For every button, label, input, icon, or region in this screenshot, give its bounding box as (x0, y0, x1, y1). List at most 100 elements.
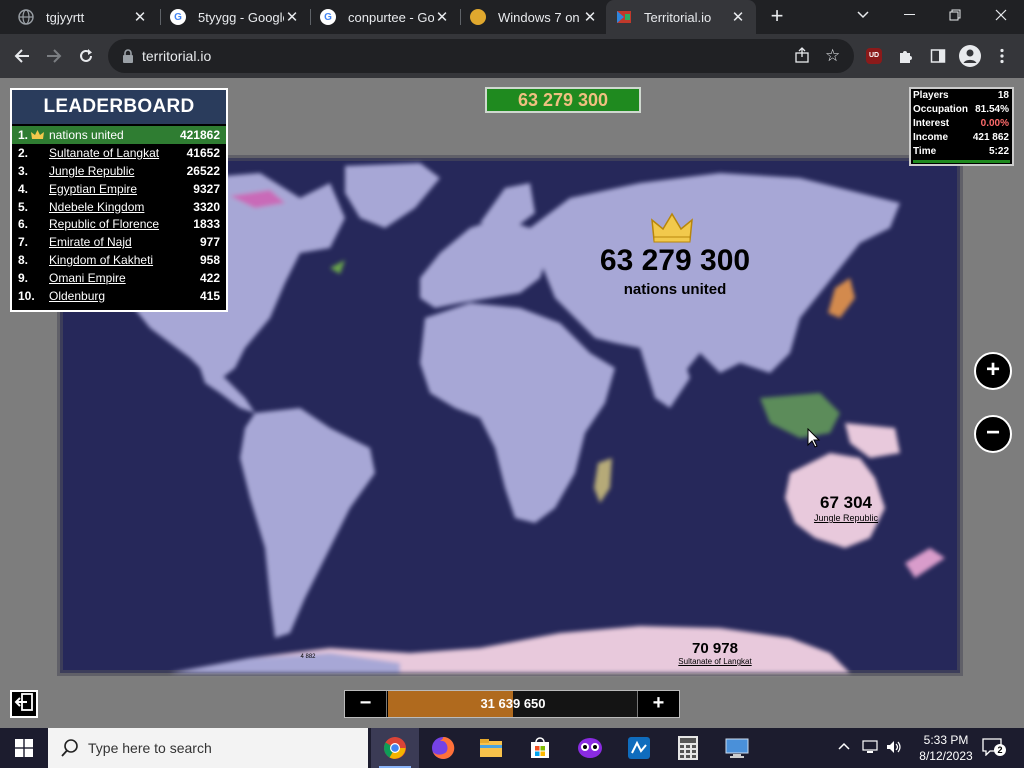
reload-icon (80, 49, 92, 62)
azure-taskbar-icon[interactable] (615, 728, 663, 768)
leaderboard-player-value: 421862 (179, 128, 220, 142)
leaderboard-player-name[interactable]: Kingdom of Kakheti (49, 251, 153, 269)
leaderboard-player-value: 3320 (193, 199, 220, 214)
leaderboard-row[interactable]: 1. nations united 421862 (12, 126, 226, 144)
game-app-taskbar-icon[interactable] (566, 728, 614, 768)
search-icon (61, 739, 78, 757)
tab-title: conpurtee - Goo (348, 9, 434, 25)
leaderboard-player-name[interactable]: Oldenburg (49, 287, 105, 305)
stats-value: 5:22 (988, 146, 1009, 157)
leaderboard-panel: LEADERBOARD 1. nations united 421862 2. Sult… (10, 88, 228, 312)
leaderboard-player-name[interactable]: nations united (49, 126, 124, 144)
leaderboard-rank: 6. (18, 217, 29, 232)
close-window-button[interactable] (978, 0, 1024, 30)
chrome-taskbar-icon[interactable] (371, 728, 419, 768)
network-icon[interactable] (862, 739, 878, 760)
profile-avatar-icon[interactable] (956, 42, 984, 70)
side-panel-icon[interactable] (924, 42, 952, 70)
langkat-value: 70 978 (692, 640, 738, 657)
langkat-label: Sultanate of Langkat (678, 657, 752, 666)
leaderboard-player-name[interactable]: Egyptian Empire (49, 180, 137, 198)
attack-troop-value: 31 639 650 (480, 696, 546, 711)
tab-4[interactable]: Territorial.io ✕ (606, 0, 756, 34)
leaderboard-rank: 3. (18, 163, 29, 178)
exit-game-button[interactable] (10, 690, 38, 718)
leaderboard-player-name[interactable]: Republic of Florence (49, 215, 159, 233)
firefox-taskbar-icon[interactable] (419, 728, 467, 768)
taskbar-clock[interactable]: 5:33 PM 8/12/2023 (908, 732, 984, 764)
volume-icon[interactable] (886, 739, 902, 760)
leaderboard-player-name[interactable]: Ndebele Kingdom (49, 198, 144, 216)
lock-icon (123, 49, 133, 63)
tab-2[interactable]: G conpurtee - Goo ✕ (310, 0, 460, 34)
leaderboard-row[interactable]: 7. Emirate of Najd 977 (12, 233, 226, 251)
start-button[interactable] (0, 728, 48, 768)
main-territory-name: nations united (623, 281, 727, 298)
leaderboard-row[interactable]: 3. Jungle Republic 26522 (12, 162, 226, 180)
tab-0[interactable]: tgjyyrtt ✕ (8, 0, 158, 34)
remote-desktop-taskbar-icon[interactable] (713, 728, 761, 768)
leaderboard-row[interactable]: 4. Egyptian Empire 9327 (12, 180, 226, 198)
leaderboard-rank: 4. (18, 181, 29, 196)
bookmark-star-icon[interactable]: ☆ (825, 46, 840, 66)
leaderboard-row[interactable]: 2. Sultanate of Langkat 41652 (12, 144, 226, 162)
decrease-attack-button[interactable]: − (345, 691, 387, 717)
browser-tab-strip: tgjyyrtt ✕ G 5tyygg - Google ✕ G conpurt… (0, 0, 1024, 34)
stats-value: 0.00% (980, 118, 1009, 129)
tab-1[interactable]: G 5tyygg - Google ✕ (160, 0, 310, 34)
stats-panel: Players 18 Occupation 81.54% Interest 0.00% In… (909, 87, 1014, 166)
arrow-right-icon (47, 49, 62, 63)
new-tab-button[interactable]: + (765, 5, 789, 29)
forward-button[interactable] (40, 42, 68, 70)
google-icon: G (320, 9, 336, 25)
attack-percentage-bar[interactable]: − 31 639 650 + (344, 690, 680, 718)
leaderboard-player-name[interactable]: Jungle Republic (49, 162, 134, 180)
attack-slider[interactable]: 31 639 650 (388, 691, 638, 717)
close-tab-icon[interactable]: ✕ (284, 8, 300, 26)
leaderboard-player-value: 422 (199, 271, 220, 286)
minimize-button[interactable] (886, 0, 932, 30)
notification-center-icon[interactable]: 2 (982, 738, 1006, 761)
game-viewport[interactable]: 63 279 300 nations united 67 304 Jungle … (0, 78, 1024, 728)
microsoft-store-taskbar-icon[interactable] (516, 728, 564, 768)
leaderboard-rank: 1. (18, 128, 29, 142)
leaderboard-player-value: 26522 (186, 163, 220, 178)
arrow-left-icon (14, 49, 29, 63)
stats-key: Time (913, 146, 937, 157)
close-tab-icon[interactable]: ✕ (132, 8, 148, 26)
zoom-out-button[interactable]: − (974, 415, 1012, 453)
leaderboard-row[interactable]: 9. Omani Empire 422 (12, 269, 226, 287)
taskbar-search-box[interactable]: Type here to search (48, 728, 368, 768)
leaderboard-player-name[interactable]: Omani Empire (49, 269, 126, 287)
restore-button[interactable] (932, 0, 978, 30)
leaderboard-row[interactable]: 5. Ndebele Kingdom 3320 (12, 198, 226, 216)
zoom-in-button[interactable]: + (974, 352, 1012, 390)
leaderboard-rank: 9. (18, 271, 29, 286)
leaderboard-row[interactable]: 10. Oldenburg 415 (12, 287, 226, 305)
leaderboard-row[interactable]: 6. Republic of Florence 1833 (12, 215, 226, 233)
close-tab-icon[interactable]: ✕ (434, 8, 450, 26)
leaderboard-rank: 10. (18, 289, 35, 304)
leaderboard-player-name[interactable]: Sultanate of Langkat (49, 144, 159, 162)
tab-3[interactable]: Windows 7 on S ✕ (460, 0, 608, 34)
ublock-extension-icon[interactable]: UD (860, 42, 888, 70)
tab-search-button[interactable] (840, 0, 886, 30)
close-tab-icon[interactable]: ✕ (730, 8, 746, 26)
reload-button[interactable] (72, 42, 100, 70)
leaderboard-player-name[interactable]: Emirate of Najd (49, 233, 132, 251)
close-tab-icon[interactable]: ✕ (582, 8, 598, 26)
share-icon[interactable] (794, 47, 810, 68)
leaderboard-title: LEADERBOARD (12, 90, 226, 124)
file-explorer-taskbar-icon[interactable] (467, 728, 515, 768)
increase-attack-button[interactable]: + (637, 691, 679, 717)
leaderboard-row[interactable]: 8. Kingdom of Kakheti 958 (12, 251, 226, 269)
extensions-puzzle-icon[interactable] (892, 42, 920, 70)
stats-key: Interest (913, 118, 950, 129)
back-button[interactable] (8, 42, 36, 70)
tray-overflow-chevron-icon[interactable] (838, 740, 850, 755)
address-bar[interactable]: territorial.io ☆ (108, 39, 854, 73)
leaderboard-player-value: 415 (199, 289, 220, 304)
calculator-taskbar-icon[interactable] (664, 728, 712, 768)
url-text: territorial.io (142, 48, 212, 64)
browser-menu-icon[interactable] (988, 42, 1016, 70)
